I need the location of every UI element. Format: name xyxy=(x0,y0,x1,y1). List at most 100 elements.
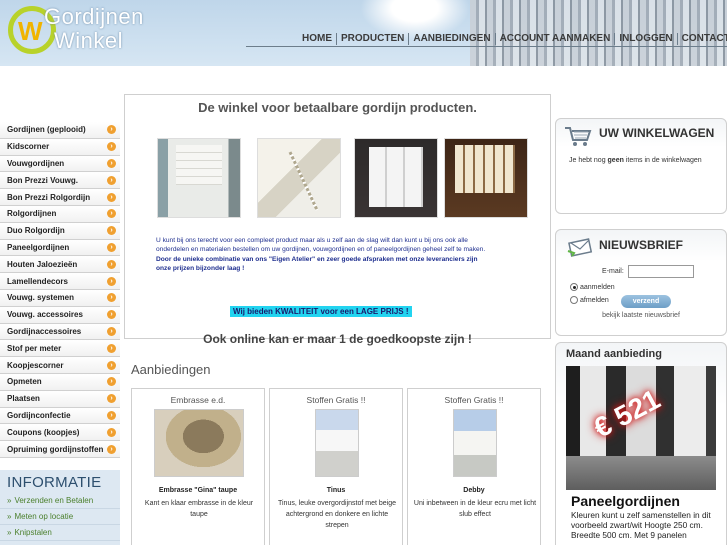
sidebar-item-gordijnaccessoires[interactable]: Gordijnaccessoires › xyxy=(0,323,120,341)
sidebar-item-label: Kidscorner xyxy=(7,142,50,152)
sidebar-item-label: Koopjescorner xyxy=(7,360,64,370)
sidebar-item-label: Paneelgordijnen xyxy=(7,242,70,252)
sidebar-item-vouwgordijnen[interactable]: Vouwgordijnen › xyxy=(0,155,120,173)
unsubscribe-option[interactable]: afmelden xyxy=(570,296,609,304)
sidebar-item-bon-prezzi-rolgordijn[interactable]: Bon Prezzi Rolgordijn › xyxy=(0,189,120,206)
arrow-right-icon: › xyxy=(107,259,116,269)
sidebar-item-bon-prezzi-vouwg[interactable]: Bon Prezzi Vouwg. › xyxy=(0,172,120,190)
offer-title[interactable]: Tinus xyxy=(270,487,402,494)
newsletter-box: NIEUWSBRIEF E-mail: aanmelden afmelden v… xyxy=(555,229,727,336)
sidebar-item-koopjescorner[interactable]: Koopjescorner › xyxy=(0,357,120,374)
sidebar-item-paneelgordijnen[interactable]: Paneelgordijnen › xyxy=(0,239,120,257)
cart-text-pre: Je hebt nog xyxy=(569,157,608,164)
arrow-right-icon: › xyxy=(107,360,116,370)
sidebar-item-houten-jaloezieen[interactable]: Houten Jaloezieën › xyxy=(0,256,120,274)
sidebar-item-label: Rolgordijnen xyxy=(7,209,57,219)
sidebar-item-kidscorner[interactable]: Kidscorner › xyxy=(0,138,120,156)
arrow-right-icon: › xyxy=(107,276,116,286)
subscribe-option[interactable]: aanmelden xyxy=(570,283,615,291)
intro-paragraph: U kunt bij ons terecht voor een compleet… xyxy=(156,237,486,254)
product-photo-interieur[interactable] xyxy=(444,138,528,218)
arrow-right-icon: › xyxy=(107,125,116,135)
cart-count: geen xyxy=(607,157,624,164)
sidebar-item-label: Vouwg. systemen xyxy=(7,293,74,303)
arrow-right-icon: › xyxy=(107,427,116,437)
arrow-right-icon: › xyxy=(107,444,116,454)
sidebar-item-stof-per-meter[interactable]: Stof per meter › xyxy=(0,340,120,358)
offer-card[interactable]: Stoffen Gratis !! Debby Uni inbetween in… xyxy=(407,388,541,545)
email-label: E-mail: xyxy=(602,268,624,275)
logo-text-line2: Winkel xyxy=(54,28,124,53)
info-link-verzenden[interactable]: Verzenden en Betalen xyxy=(0,493,120,509)
logo-text-line1: Gordijnen xyxy=(44,4,144,29)
nav-producten[interactable]: PRODUCTEN xyxy=(337,33,410,45)
sidebar-item-label: Lamellendecors xyxy=(7,276,68,286)
logo[interactable]: W Gordijnen Winkel xyxy=(4,2,154,58)
monthly-offer-box: Maand aanbieding € 521 Paneelgordijnen K… xyxy=(555,342,727,545)
arrow-right-icon: › xyxy=(107,226,116,236)
category-sidebar: Gordijnen (geplooid) › Kidscorner › Vouwgo… xyxy=(0,122,120,458)
sidebar-item-gordijnconfectie[interactable]: Gordijnconfectie › xyxy=(0,407,120,425)
offer-card[interactable]: Embrasse e.d. Embrasse "Gina" taupe Kant… xyxy=(131,388,265,545)
offer-description: Tinus, leuke overgordijnstof met beige a… xyxy=(277,500,397,529)
sidebar-item-label: Plaatsen xyxy=(7,394,40,404)
offer-title[interactable]: Debby xyxy=(408,487,540,494)
sidebar-item-plaatsen[interactable]: Plaatsen › xyxy=(0,390,120,408)
sidebar-item-label: Opmeten xyxy=(7,377,42,387)
sidebar-item-opmeten[interactable]: Opmeten › xyxy=(0,373,120,391)
product-photo-rolgordijn[interactable] xyxy=(257,138,341,218)
cart-title: UW WINKELWAGEN xyxy=(599,126,715,140)
offer-card[interactable]: Stoffen Gratis !! Tinus Tinus, leuke ove… xyxy=(269,388,403,545)
page: W Gordijnen Winkel HOME PRODUCTEN AANBIE… xyxy=(0,0,727,545)
arrow-right-icon: › xyxy=(107,410,116,420)
product-photo-paneelgordijn[interactable] xyxy=(354,138,438,218)
nav-account-aanmaken[interactable]: ACCOUNT AANMAKEN xyxy=(496,33,616,45)
newsletter-submit-button[interactable]: verzend xyxy=(621,295,671,308)
main-content: De winkel voor betaalbare gordijn produc… xyxy=(124,94,551,545)
cart-status: Je hebt nog geen items in de winkelwagen xyxy=(569,155,721,167)
offer-image[interactable] xyxy=(315,409,359,477)
subscribe-label: aanmelden xyxy=(580,283,615,291)
info-link-knipstalen[interactable]: Knipstalen xyxy=(0,525,120,541)
info-title: INFORMATIE xyxy=(7,474,102,491)
arrow-right-icon: › xyxy=(107,293,116,303)
nav-inloggen[interactable]: INLOGGEN xyxy=(615,33,678,45)
product-photo-vouwgordijn[interactable] xyxy=(157,138,241,218)
offer-image[interactable] xyxy=(154,409,244,477)
monthly-offer-title: Maand aanbieding xyxy=(566,348,662,360)
nav-aanbiedingen[interactable]: AANBIEDINGEN xyxy=(409,33,496,45)
unsubscribe-radio[interactable] xyxy=(570,296,578,304)
arrow-right-icon: › xyxy=(107,142,116,152)
sidebar-item-lamellendecors[interactable]: Lamellendecors › xyxy=(0,273,120,290)
offer-image[interactable] xyxy=(453,409,497,477)
offer-title[interactable]: Embrasse "Gina" taupe xyxy=(132,487,264,494)
arrow-right-icon: › xyxy=(107,377,116,387)
sidebar-item-gordijnen-geplooid[interactable]: Gordijnen (geplooid) › xyxy=(0,122,120,139)
sidebar-item-vouwg-accessoires[interactable]: Vouwg. accessoires › xyxy=(0,306,120,324)
monthly-offer-product[interactable]: Paneelgordijnen xyxy=(571,493,680,509)
intro-text: U kunt bij ons terecht voor een compleet… xyxy=(156,236,486,273)
arrow-right-icon: › xyxy=(107,326,116,336)
sidebar-item-coupons[interactable]: Coupons (koopjes) › xyxy=(0,424,120,442)
arrow-right-icon: › xyxy=(107,158,116,168)
email-field[interactable] xyxy=(628,265,694,278)
subscribe-radio[interactable] xyxy=(570,283,578,291)
sidebar-item-label: Stof per meter xyxy=(7,343,62,353)
monthly-offer-image[interactable] xyxy=(566,366,716,490)
logo-mark: W xyxy=(18,16,43,46)
sidebar-item-rolgordijnen[interactable]: Rolgordijnen › xyxy=(0,205,120,223)
shopping-cart-icon xyxy=(565,127,592,146)
nav-contact[interactable]: CONTACT xyxy=(678,33,727,45)
newsletter-title: NIEUWSBRIEF xyxy=(599,238,683,252)
newsletter-archive-link[interactable]: bekijk laatste nieuwsbrief xyxy=(556,312,726,319)
info-link-meten[interactable]: Meten op locatie xyxy=(0,509,120,525)
sidebar-item-vouwg-systemen[interactable]: Vouwg. systemen › xyxy=(0,289,120,307)
sidebar-item-label: Gordijnconfectie xyxy=(7,410,71,420)
sidebar-item-duo-rolgordijn[interactable]: Duo Rolgordijn › xyxy=(0,222,120,240)
sidebar-item-opruiming[interactable]: Opruiming gordijnstoffen › xyxy=(0,441,120,458)
arrow-right-icon: › xyxy=(107,394,116,404)
sidebar-item-label: Coupons (koopjes) xyxy=(7,427,80,437)
arrow-right-icon: › xyxy=(107,310,116,320)
sidebar-item-label: Vouwgordijnen xyxy=(7,158,65,168)
nav-home[interactable]: HOME xyxy=(298,33,337,45)
